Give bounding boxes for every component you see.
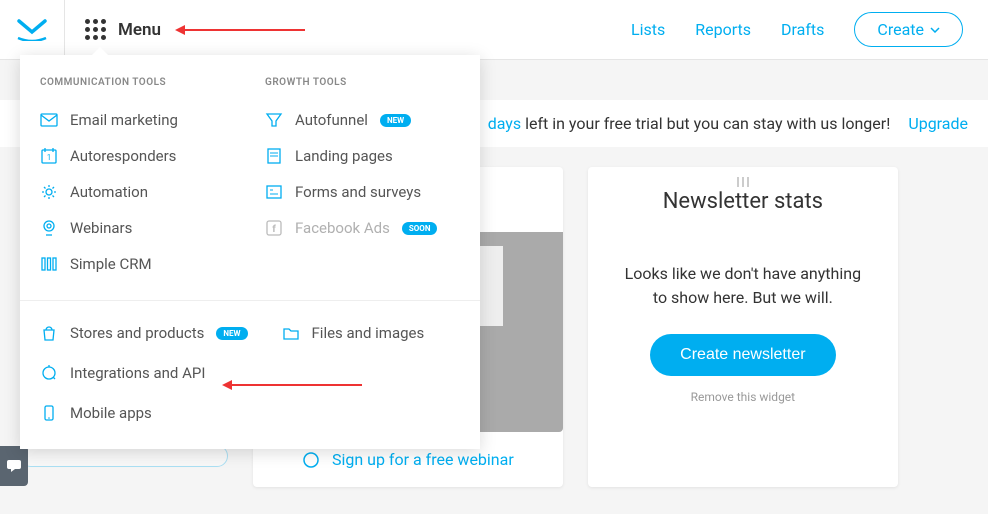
chat-icon: [6, 459, 22, 473]
trial-days: days: [488, 114, 521, 133]
trial-text: left in your free trial but you can stay…: [521, 114, 890, 133]
communication-tools-heading: COMMUNICATION TOOLS: [40, 77, 235, 88]
funnel-icon: [265, 111, 283, 129]
chevron-down-icon: [930, 27, 940, 33]
grid-icon: [85, 19, 106, 40]
columns-icon: [40, 255, 58, 273]
newsletter-stats-card: Newsletter stats Looks like we don't hav…: [588, 167, 898, 487]
menu-mobile-apps[interactable]: Mobile apps: [40, 397, 460, 429]
menu-autoresponders[interactable]: 1Autoresponders: [40, 138, 235, 174]
plug-icon: [40, 364, 58, 382]
menu-dropdown: COMMUNICATION TOOLS Email marketing 1Aut…: [20, 55, 480, 449]
create-label: Create: [877, 20, 924, 39]
menu-stores-products[interactable]: Stores and productsNEW: [40, 317, 248, 349]
chat-tab[interactable]: [0, 446, 28, 486]
nav-reports[interactable]: Reports: [695, 20, 751, 39]
menu-facebook-ads[interactable]: fFacebook AdsSOON: [265, 210, 460, 246]
svg-text:f: f: [272, 224, 276, 235]
folder-icon: [282, 324, 300, 342]
mobile-icon: [40, 404, 58, 422]
page-icon: [265, 147, 283, 165]
newsletter-empty-text: Looks like we don't have anything to sho…: [588, 232, 898, 334]
menu-button[interactable]: Menu: [65, 0, 181, 60]
create-newsletter-button[interactable]: Create newsletter: [650, 334, 835, 376]
envelope-icon: [40, 111, 58, 129]
webcam-icon: [40, 219, 58, 237]
logo[interactable]: [0, 0, 65, 60]
drag-handle-icon[interactable]: [737, 177, 749, 187]
menu-landing-pages[interactable]: Landing pages: [265, 138, 460, 174]
facebook-icon: f: [265, 219, 283, 237]
menu-automation[interactable]: Automation: [40, 174, 235, 210]
growth-tools-heading: GROWTH TOOLS: [265, 77, 460, 88]
menu-email-marketing[interactable]: Email marketing: [40, 102, 235, 138]
new-badge: NEW: [380, 114, 411, 127]
nav-drafts[interactable]: Drafts: [781, 20, 824, 39]
menu-simple-crm[interactable]: Simple CRM: [40, 246, 235, 282]
annotation-arrow: [232, 384, 362, 386]
upgrade-link[interactable]: Upgrade: [908, 114, 968, 133]
nav-lists[interactable]: Lists: [631, 20, 665, 39]
create-button[interactable]: Create: [854, 12, 963, 47]
svg-text:1: 1: [47, 153, 52, 162]
remove-widget-link[interactable]: Remove this widget: [691, 390, 795, 404]
bag-icon: [40, 324, 58, 342]
gear-icon: [40, 183, 58, 201]
menu-webinars[interactable]: Webinars: [40, 210, 235, 246]
menu-forms-surveys[interactable]: Forms and surveys: [265, 174, 460, 210]
new-badge: NEW: [216, 327, 247, 340]
menu-files-images[interactable]: Files and images: [282, 317, 425, 349]
menu-integrations-api[interactable]: Integrations and API: [40, 357, 205, 389]
annotation-arrow: [185, 29, 305, 31]
menu-autofunnel[interactable]: AutofunnelNEW: [265, 102, 460, 138]
menu-label: Menu: [118, 20, 161, 40]
form-icon: [265, 183, 283, 201]
soon-badge: SOON: [402, 222, 438, 235]
calendar-icon: 1: [40, 147, 58, 165]
webinar-icon: [302, 451, 320, 469]
